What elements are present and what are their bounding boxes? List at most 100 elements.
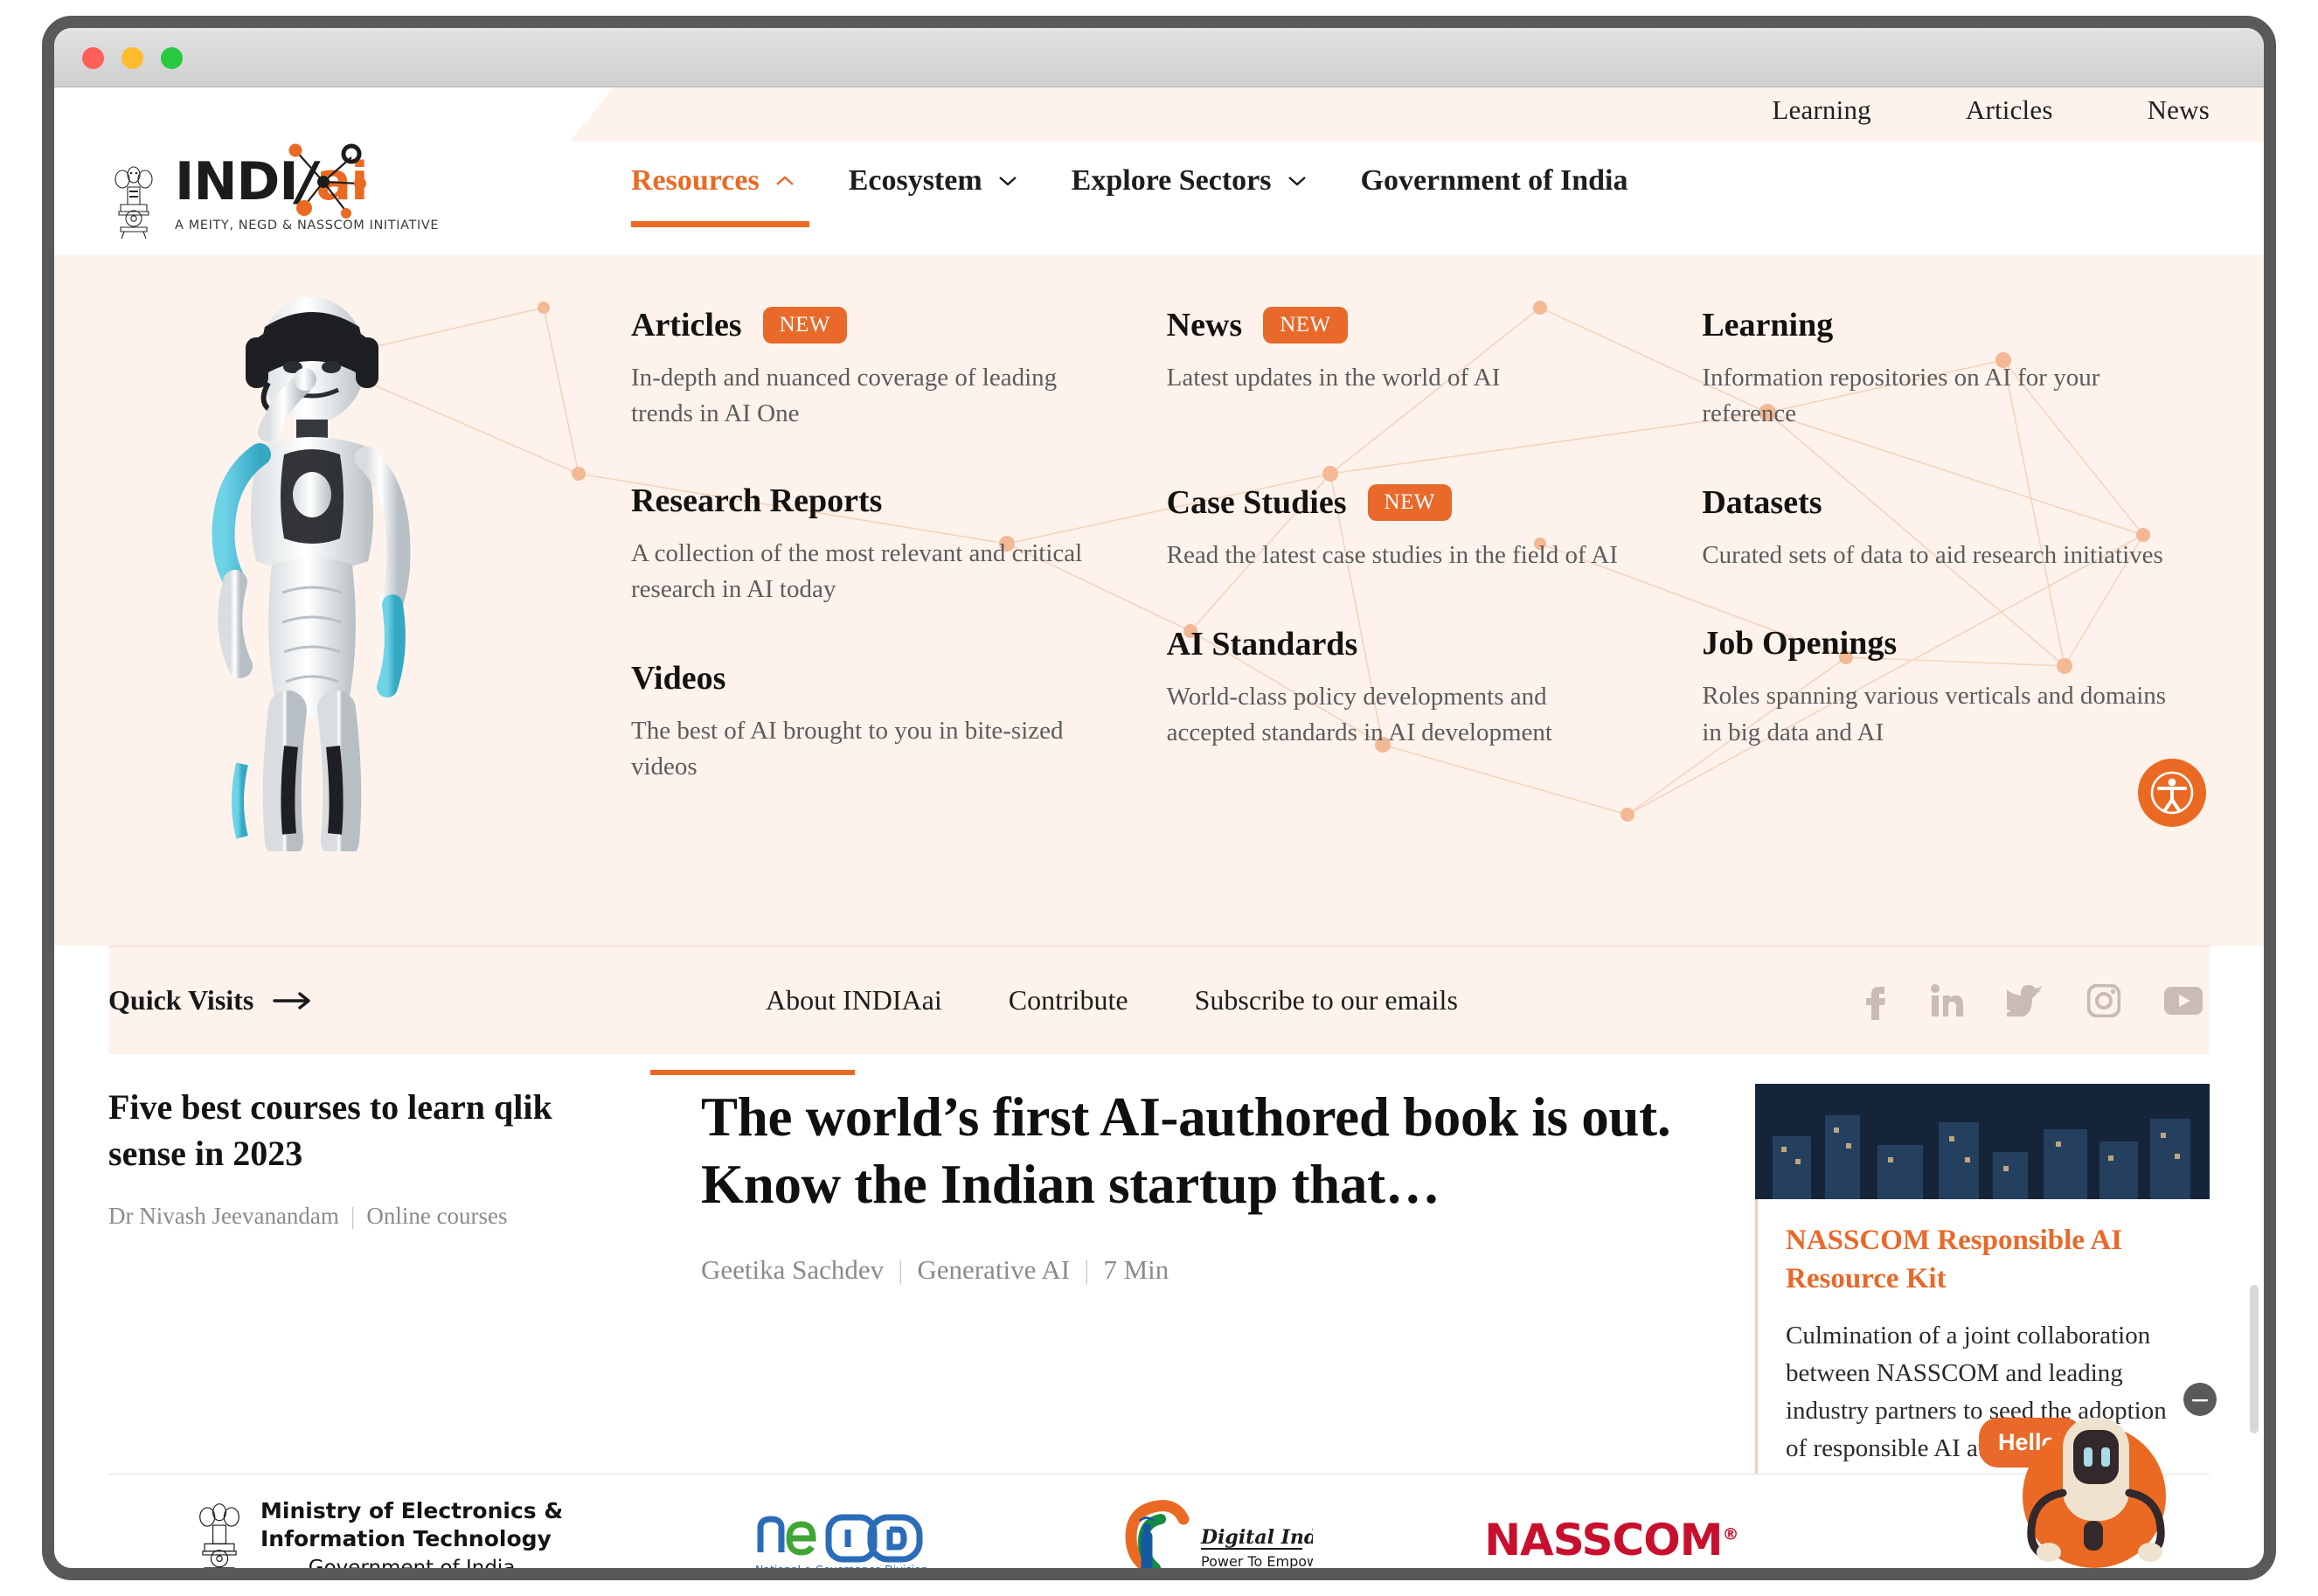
partner-logos-bar: Ministry of Electronics & Information Te… xyxy=(108,1474,2210,1580)
top-link-learning[interactable]: Learning xyxy=(1772,94,1871,126)
badge-new: NEW xyxy=(1263,307,1348,343)
menu-entry-research-reports[interactable]: Research Reports A collection of the mos… xyxy=(631,482,1141,608)
menu-title-case-studies[interactable]: Case Studies xyxy=(1167,483,1347,522)
meta-separator: | xyxy=(350,1203,356,1230)
site-logo[interactable]: INDI/ai A MEITY, NEGD & NASSCOM INITIATI… xyxy=(108,143,439,250)
negd-caption: National e-Governance Division xyxy=(755,1563,928,1576)
menu-entry-learning[interactable]: Learning Information repositories on AI … xyxy=(1702,306,2211,433)
menu-desc-videos: The best of AI brought to you in bite-si… xyxy=(631,716,1064,781)
partner-meity[interactable]: Ministry of Electronics & Information Te… xyxy=(192,1494,564,1580)
menu-title-articles[interactable]: Articles xyxy=(631,306,742,344)
facebook-icon[interactable] xyxy=(1863,982,1886,1020)
menu-title-datasets[interactable]: Datasets xyxy=(1702,483,1822,522)
screenshot-root: Learning Articles News INDI/ai A MEITY, … xyxy=(0,0,2318,1596)
menu-desc-news: Latest updates in the world of AI xyxy=(1166,364,1501,392)
menu-entry-datasets[interactable]: Datasets Curated sets of data to aid res… xyxy=(1702,483,2211,573)
menu-desc-case-studies: Read the latest case studies in the fiel… xyxy=(1166,541,1618,570)
primary-navigation: Resources Ecosystem Explore Sectors Gove… xyxy=(631,164,1683,227)
meta-separator: | xyxy=(1084,1253,1090,1285)
mega-menu-column-2: News NEW Latest updates in the world of … xyxy=(1167,306,1676,786)
meity-line-3: Government of India xyxy=(308,1557,516,1580)
quick-visits-bar: Quick Visits About INDIAai Contribute Su… xyxy=(108,946,2210,1054)
menu-entry-head: Videos xyxy=(631,659,1141,697)
chat-widget[interactable]: Hello! − xyxy=(1979,1372,2217,1568)
promo-title[interactable]: NASSCOM Responsible AI Resource Kit xyxy=(1786,1222,2187,1298)
menu-entry-job-openings[interactable]: Job Openings Roles spanning various vert… xyxy=(1702,624,2211,751)
meta-separator: | xyxy=(898,1253,904,1285)
partner-negd[interactable]: National e-Governance Division xyxy=(750,1503,939,1576)
quick-link-about[interactable]: About INDIAai xyxy=(766,984,942,1017)
nav-label-ecosystem: Ecosystem xyxy=(848,164,982,197)
menu-entry-ai-standards[interactable]: AI Standards World-class policy developm… xyxy=(1167,625,1676,752)
side-article-title[interactable]: Five best courses to learn qlik sense in… xyxy=(108,1084,601,1176)
chat-minimize-label: − xyxy=(2190,1384,2210,1414)
mega-menu-column-1: Articles NEW In-depth and nuanced covera… xyxy=(631,306,1141,786)
nav-label-government-of-india: Government of India xyxy=(1360,164,1628,197)
site-header: Learning Articles News INDI/ai A MEITY, … xyxy=(54,87,2264,344)
linkedin-icon[interactable] xyxy=(1930,983,1963,1017)
featured-article-readtime: 7 Min xyxy=(1103,1253,1169,1285)
menu-title-job-openings[interactable]: Job Openings xyxy=(1702,624,1897,663)
youtube-icon[interactable] xyxy=(2164,986,2203,1015)
accessibility-button[interactable] xyxy=(2138,759,2206,827)
featured-article-meta: Geetika Sachdev | Generative AI | 7 Min xyxy=(701,1254,1696,1286)
state-emblem-icon xyxy=(199,1502,239,1568)
menu-entry-head: News NEW xyxy=(1167,306,1676,344)
accessibility-icon xyxy=(2150,771,2194,815)
menu-title-research-reports[interactable]: Research Reports xyxy=(631,482,882,520)
top-link-news[interactable]: News xyxy=(2148,94,2210,126)
menu-title-videos[interactable]: Videos xyxy=(631,659,725,697)
minimize-window-button[interactable] xyxy=(121,47,143,69)
negd-logo-icon: National e-Governance Division xyxy=(755,1514,928,1576)
chevron-down-icon xyxy=(998,177,1017,186)
menu-entry-articles[interactable]: Articles NEW In-depth and nuanced covera… xyxy=(631,306,1141,433)
partner-digital-india[interactable]: Digital India Power To Empower xyxy=(1121,1498,1313,1568)
menu-desc-job-openings: Roles spanning various verticals and dom… xyxy=(1702,682,2167,746)
layout-spacer xyxy=(1167,396,1676,433)
digital-india-wordmark: Digital India xyxy=(1200,1526,1313,1549)
zoom-window-button[interactable] xyxy=(161,47,183,69)
quick-visits-label[interactable]: Quick Visits xyxy=(108,984,313,1017)
menu-entry-news[interactable]: News NEW Latest updates in the world of … xyxy=(1167,306,1676,433)
side-article-category: Online courses xyxy=(366,1203,508,1230)
close-window-button[interactable] xyxy=(82,47,104,69)
menu-entry-head: AI Standards xyxy=(1167,625,1676,663)
menu-title-ai-standards[interactable]: AI Standards xyxy=(1167,625,1358,663)
nav-item-resources[interactable]: Resources xyxy=(631,164,809,227)
quick-link-subscribe[interactable]: Subscribe to our emails xyxy=(1195,984,1458,1017)
menu-entry-case-studies[interactable]: Case Studies NEW Read the latest case st… xyxy=(1167,483,1676,573)
menu-title-learning[interactable]: Learning xyxy=(1702,306,1833,344)
menu-desc-ai-standards: World-class policy developments and acce… xyxy=(1166,682,1552,747)
resources-mega-menu: Articles NEW In-depth and nuanced covera… xyxy=(54,255,2264,946)
menu-entry-videos[interactable]: Videos The best of AI brought to you in … xyxy=(631,659,1141,786)
meity-line-1: Ministry of Electronics & xyxy=(260,1498,564,1524)
traffic-light-controls xyxy=(82,47,183,69)
badge-new: NEW xyxy=(1367,484,1452,522)
nasscom-trademark: ® xyxy=(1722,1523,1738,1544)
nasscom-wordmark: NASSCOM® xyxy=(1484,1515,1738,1565)
nasscom-text: NASSCOM xyxy=(1484,1514,1723,1565)
nav-item-explore-sectors[interactable]: Explore Sectors xyxy=(1072,164,1307,227)
promo-cityscape-image xyxy=(1755,1084,2210,1199)
menu-desc-articles: In-depth and nuanced coverage of leading… xyxy=(631,364,1058,428)
instagram-icon[interactable] xyxy=(2087,983,2120,1017)
digital-india-logo-icon: Digital India Power To Empower xyxy=(1125,1499,1313,1568)
top-link-articles[interactable]: Articles xyxy=(1966,94,2053,126)
window-titlebar xyxy=(54,28,2264,87)
ai-robot-illustration xyxy=(212,297,411,851)
side-article-meta: Dr Nivash Jeevanandam | Online courses xyxy=(108,1203,601,1230)
quick-link-contribute[interactable]: Contribute xyxy=(1009,984,1128,1017)
menu-entry-head: Case Studies NEW xyxy=(1167,483,1676,522)
scrollbar-thumb[interactable] xyxy=(2250,1285,2259,1433)
menu-desc-datasets: Curated sets of data to aid research ini… xyxy=(1702,540,2163,569)
featured-article-headline[interactable]: The world’s first AI-authored book is ou… xyxy=(701,1084,1696,1219)
nav-item-ecosystem[interactable]: Ecosystem xyxy=(849,164,1017,227)
promo-image xyxy=(1755,1084,2210,1199)
partner-nasscom[interactable]: NASSCOM® xyxy=(1484,1515,1738,1565)
twitter-icon[interactable] xyxy=(2007,984,2044,1017)
menu-title-news[interactable]: News xyxy=(1167,306,1243,344)
menu-entry-head: Articles NEW xyxy=(631,306,1141,344)
top-utility-links: Learning Articles News xyxy=(1772,94,2210,126)
chat-minimize-button[interactable]: − xyxy=(2183,1383,2217,1416)
nav-item-government-of-india[interactable]: Government of India xyxy=(1361,164,1628,227)
